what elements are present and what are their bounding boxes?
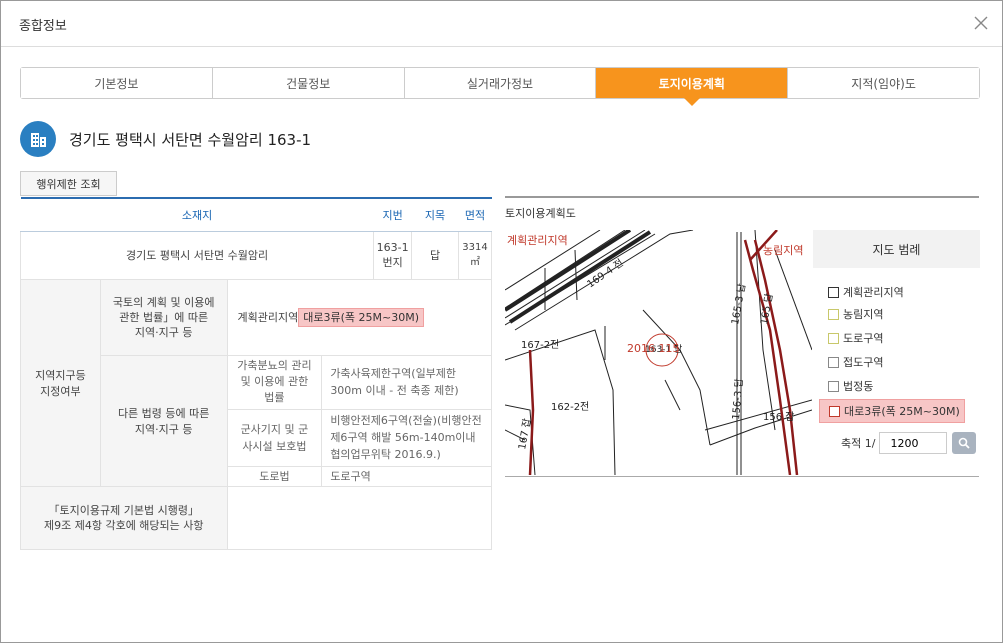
table-row: 경기도 평택시 서탄면 수월암리 163-1번지 답 3314㎡	[19, 230, 493, 280]
swatch-icon	[828, 356, 839, 368]
cell-land-category: 답	[411, 230, 459, 280]
header-location: 소재지	[20, 197, 374, 232]
scale-input[interactable]	[879, 432, 948, 454]
swatch-icon	[828, 286, 839, 298]
land-info-table: 소재지 지번 지목 면적 경기도 평택시 서탄면 수월암리 163-1번지 답 …	[19, 197, 493, 550]
tab-basic-info[interactable]: 기본정보	[21, 68, 213, 98]
legend-title: 지도 범례	[813, 230, 980, 268]
law-name: 도로법	[226, 465, 323, 487]
divider	[505, 476, 979, 477]
tab-transaction-price[interactable]: 실거래가정보	[404, 68, 597, 98]
scale-search-button[interactable]	[952, 432, 977, 454]
divider	[505, 196, 979, 198]
tab-land-use-plan[interactable]: 토지이용계획	[596, 68, 789, 106]
close-icon[interactable]	[972, 14, 990, 32]
header-area: 면적	[458, 197, 492, 232]
road-class-highlight: 대로3류(폭 25M~30M)	[298, 308, 425, 327]
law-name: 가축분뇨의 관리 및 이용에 관한 법률	[226, 354, 323, 410]
map-label: 계획관리지역	[507, 234, 568, 247]
table-row: 지역지구등 지정여부 국토의 계획 및 이용에 관한 법률」에 따른 지역·지구…	[20, 278, 493, 487]
cell-lot-no: 163-1번지	[373, 230, 413, 280]
national-law-label: 국토의 계획 및 이용에 관한 법률」에 따른 지역·지구 등	[99, 278, 228, 356]
dialog-title: 종합정보	[19, 19, 67, 34]
header-land-category: 지목	[411, 197, 459, 232]
address-header: 경기도 평택시 서탄면 수월암리 163-1	[20, 121, 311, 157]
cell-location: 경기도 평택시 서탄면 수월암리	[19, 230, 375, 280]
legend-item: 접도구역	[828, 354, 883, 370]
legend-item: 농림지역	[828, 306, 883, 322]
map-label: 156-3 답	[730, 378, 746, 420]
law-value: 비행안전제6구역(전술)(비행안전제6구역 해발 56m-140m이내 협의업무…	[321, 408, 492, 467]
address-text: 경기도 평택시 서탄면 수월암리 163-1	[69, 130, 312, 149]
swatch-icon	[828, 332, 839, 344]
map-label: 농림지역	[763, 244, 803, 257]
scale-control: 축적 1/	[841, 432, 977, 454]
map-label: 156 잡	[763, 411, 794, 423]
map-label: 167-2전	[521, 339, 559, 351]
map-label: 162-2전	[551, 401, 589, 413]
map-legend: 지도 범례 계획관리지역 농림지역 도로구역 접도구역 법정동 대로3류(폭 2…	[813, 230, 980, 475]
enforcement-value	[226, 485, 493, 550]
swatch-icon	[828, 380, 839, 392]
tab-cadastral-map[interactable]: 지적(임야)도	[788, 68, 979, 98]
swatch-icon	[828, 308, 839, 320]
law-name: 군사기지 및 군사시설 보호법	[226, 408, 323, 467]
scale-label: 축적 1/	[841, 437, 876, 450]
other-law-label: 다른 법령 등에 따른 지역·지구 등	[99, 354, 228, 487]
cell-area: 3314㎡	[457, 230, 493, 280]
map-title: 토지이용계획도	[505, 207, 576, 220]
search-icon	[959, 437, 971, 449]
national-law-value-cell: 계획관리지역 대로3류(폭 25M~30M)	[226, 278, 493, 356]
table-row: 「토지이용규제 기본법 시행령」 제9조 제4항 각호에 해당되는 사항	[20, 485, 493, 550]
legend-item: 법정동	[828, 378, 873, 394]
legend-item: 도로구역	[828, 330, 883, 346]
tab-building-info[interactable]: 건물정보	[212, 68, 405, 98]
tab-bar: 기본정보 건물정보 실거래가정보 토지이용계획 지적(임야)도	[20, 67, 980, 106]
legend-item: 계획관리지역	[828, 284, 904, 300]
header-lot-no: 지번	[373, 197, 412, 232]
map-label: 2016 115	[627, 342, 680, 355]
national-law-value: 계획관리지역	[237, 311, 299, 324]
building-icon	[20, 121, 56, 157]
table-header-row: 소재지 지번 지목 면적	[20, 197, 492, 232]
swatch-icon	[829, 405, 840, 417]
legend-item-highlighted: 대로3류(폭 25M~30M)	[819, 399, 965, 423]
law-value: 가축사육제한구역(일부제한 300m 이내 - 전 축종 제한)	[321, 354, 492, 410]
restriction-query-button[interactable]: 행위제한 조회	[20, 171, 117, 196]
dialog-window: 종합정보 기본정보 건물정보 실거래가정보 토지이용계획 지적(임야)도 경기도…	[0, 0, 1003, 643]
zone-label: 지역지구등 지정여부	[20, 278, 101, 487]
law-value: 도로구역	[321, 465, 492, 487]
land-use-map[interactable]: 169-4 전 165-3 답 165 답 167-2전 162-2전 156-…	[505, 230, 812, 475]
divider	[1, 46, 1002, 47]
enforcement-label: 「토지이용규제 기본법 시행령」 제9조 제4항 각호에 해당되는 사항	[20, 485, 228, 550]
map-label: 165-3 답	[729, 283, 748, 326]
